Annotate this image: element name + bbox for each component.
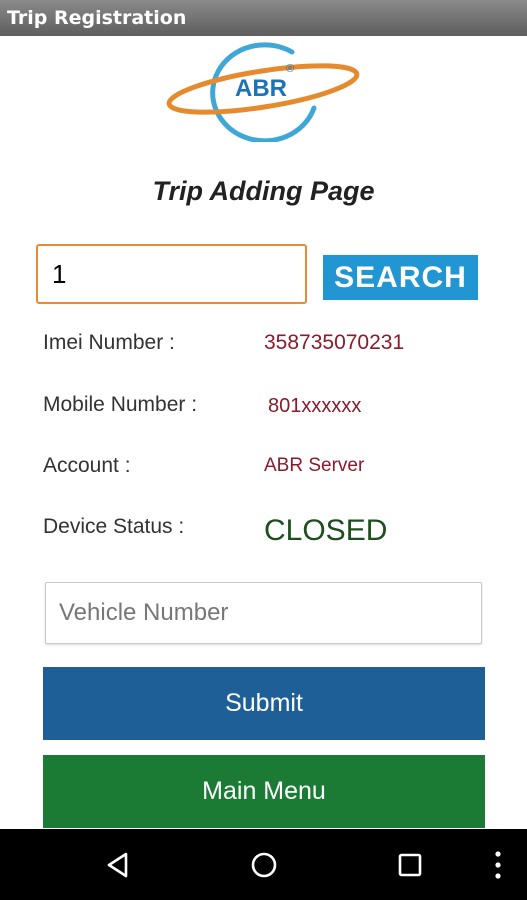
account-label: Account : [43, 454, 131, 477]
logo-registered-mark: ® [286, 63, 294, 75]
main-menu-button[interactable]: Main Menu [43, 755, 485, 828]
mobile-value: 801xxxxxx [268, 395, 362, 417]
imei-label: Imei Number : [43, 331, 175, 354]
page-title: Trip Adding Page [152, 176, 375, 206]
search-button[interactable]: SEARCH [323, 255, 478, 300]
account-value: ABR Server [264, 455, 365, 476]
abr-logo: ABR ® [166, 42, 360, 142]
imei-value: 358735070231 [264, 331, 405, 354]
overflow-menu-icon[interactable] [493, 849, 503, 881]
mobile-label: Mobile Number : [43, 393, 198, 416]
search-input[interactable] [36, 244, 307, 304]
window-title: Trip Registration [7, 7, 187, 29]
device-status-value: CLOSED [264, 514, 388, 547]
back-icon[interactable] [104, 851, 132, 879]
recents-icon[interactable] [397, 852, 423, 878]
submit-button[interactable]: Submit [43, 667, 485, 740]
title-bar: Trip Registration [0, 0, 527, 36]
system-navigation-bar [0, 829, 527, 900]
device-status-label: Device Status : [43, 515, 185, 538]
vehicle-number-input[interactable] [45, 582, 482, 644]
logo-text: ABR [235, 75, 287, 102]
home-icon[interactable] [250, 851, 278, 879]
